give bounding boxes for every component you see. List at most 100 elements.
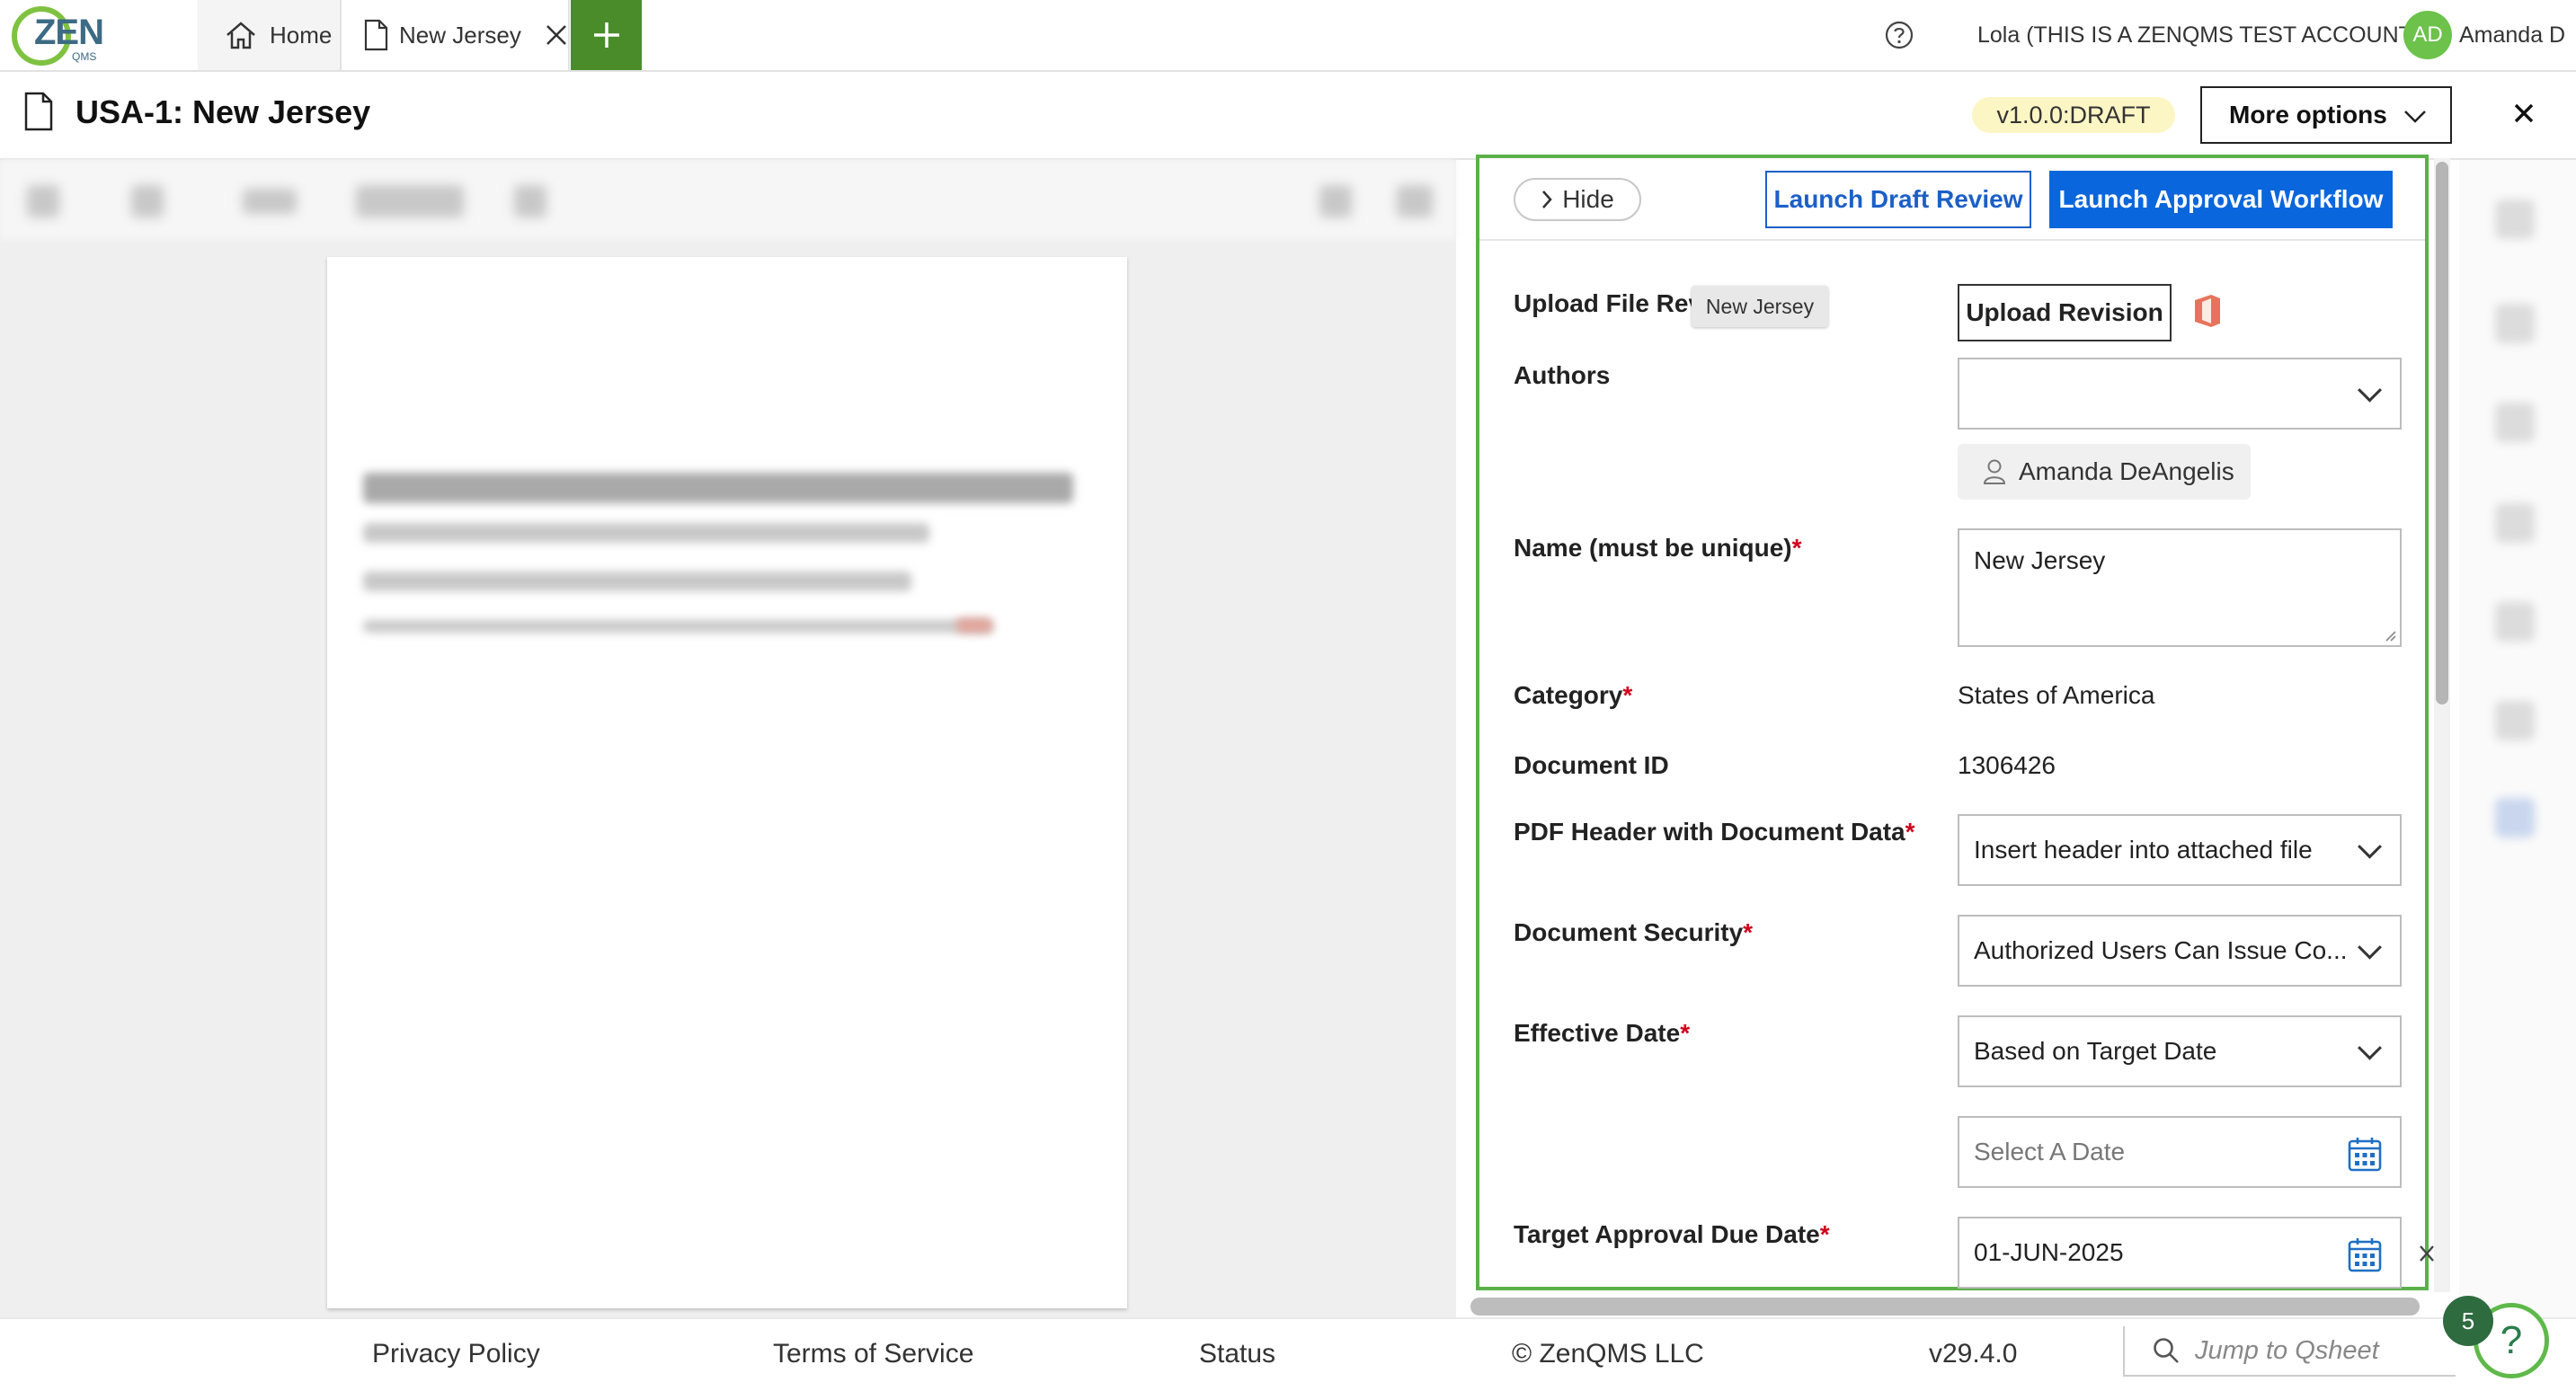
close-icon[interactable] — [2513, 102, 2535, 124]
add-tab-button[interactable] — [571, 0, 642, 70]
author-chip-label: Amanda DeAngelis — [2019, 457, 2234, 485]
document-id-label: Document ID — [1514, 751, 1669, 779]
rail-icon[interactable] — [2495, 602, 2535, 642]
date-placeholder: Select A Date — [1974, 1138, 2126, 1165]
upload-revision-button[interactable]: Upload Revision — [1958, 284, 2172, 341]
chevron-right-icon — [1542, 190, 1552, 208]
title-bar — [0, 72, 2576, 160]
page-title: USA-1: New Jersey — [76, 93, 371, 130]
help-button[interactable] — [1884, 0, 1914, 70]
tooltip: New Jersey — [1692, 286, 1828, 327]
home-icon — [227, 22, 255, 49]
clear-date-icon[interactable] — [2418, 1244, 2436, 1263]
target-approval-label: Target Approval Due Date* — [1514, 1220, 1830, 1249]
more-options-label: More options — [2229, 101, 2387, 128]
rail-icon[interactable] — [2495, 304, 2535, 343]
chevron-down-icon — [2358, 834, 2382, 859]
category-label-text: Category — [1514, 681, 1623, 709]
jump-to-qsheet-search[interactable]: Jump to Qsheet — [2123, 1326, 2456, 1377]
office-icon[interactable] — [2191, 293, 2224, 329]
account-name[interactable]: Lola (THIS IS A ZENQMS TEST ACCOUNT) — [1977, 0, 2420, 70]
chevron-down-icon — [2358, 1035, 2382, 1060]
document-page — [327, 257, 1127, 1308]
rail-icon[interactable] — [2495, 798, 2535, 837]
avatar[interactable]: AD — [2403, 11, 2452, 59]
terms-of-service-link[interactable]: Terms of Service — [773, 1339, 973, 1369]
required-mark: * — [1743, 918, 1754, 946]
category-value: States of America — [1958, 681, 2155, 709]
tab-new-jersey-label: New Jersey — [399, 21, 521, 49]
required-mark: * — [1622, 681, 1633, 709]
effective-date-label: Effective Date* — [1514, 1019, 1690, 1048]
copyright-text: © ZenQMS LLC — [1512, 1339, 1704, 1369]
effective-date-picker[interactable]: Select A Date — [1958, 1116, 2402, 1188]
required-mark: * — [1791, 534, 1802, 562]
close-tab-icon[interactable] — [545, 23, 568, 47]
name-label-text: Name (must be unique) — [1514, 534, 1792, 562]
zenqms-logo[interactable]: ZEN QMS — [9, 4, 117, 68]
pdf-header-label-text: PDF Header with Document Data — [1514, 818, 1905, 846]
avatar-initials: AD — [2412, 22, 2443, 47]
launch-draft-review-button[interactable]: Launch Draft Review — [1765, 171, 2031, 228]
panel-scrollbar-thumb[interactable] — [2436, 162, 2448, 704]
upload-file-label: Upload File Revi — [1514, 289, 1710, 317]
launch-approval-workflow-button[interactable]: Launch Approval Workflow — [2049, 171, 2393, 228]
status-link[interactable]: Status — [1199, 1339, 1275, 1369]
chevron-down-icon — [2404, 111, 2426, 123]
category-label: Category* — [1514, 681, 1632, 710]
pdf-header-select[interactable]: Insert header into attached file — [1958, 814, 2402, 886]
rail-icon[interactable] — [2495, 199, 2535, 239]
pdf-header-value: Insert header into attached file — [1974, 836, 2313, 864]
help-notification-badge: 5 — [2443, 1296, 2493, 1346]
document-security-value: Authorized Users Can Issue Co... — [1974, 936, 2348, 964]
rail-icon[interactable] — [2495, 403, 2535, 442]
app-version: v29.4.0 — [1929, 1339, 2018, 1369]
required-mark: * — [1680, 1019, 1691, 1047]
name-value: New Jersey — [1974, 546, 2106, 574]
tab-home[interactable]: Home — [198, 0, 342, 70]
document-icon — [24, 92, 53, 131]
document-security-select[interactable]: Authorized Users Can Issue Co... — [1958, 915, 2402, 987]
effective-date-select[interactable]: Based on Target Date — [1958, 1015, 2402, 1087]
rail-icon[interactable] — [2495, 503, 2535, 543]
version-badge: v1.0.0:DRAFT — [1972, 97, 2175, 133]
more-options-dropdown[interactable]: More options — [2200, 86, 2452, 144]
user-icon — [1983, 459, 2006, 484]
hide-panel-button[interactable]: Hide — [1514, 178, 1641, 221]
chevron-down-icon — [2358, 377, 2382, 403]
chevron-down-icon — [2358, 935, 2382, 960]
user-name[interactable]: Amanda D — [2459, 0, 2565, 70]
question-circle-icon — [1885, 21, 1914, 49]
resize-handle-icon[interactable] — [2384, 629, 2396, 642]
target-approval-date-picker[interactable]: 01-JUN-2025 — [1958, 1217, 2402, 1289]
authors-select[interactable] — [1958, 358, 2402, 430]
logo-text: ZEN — [34, 13, 104, 52]
calendar-icon[interactable] — [2348, 1236, 2382, 1272]
horizontal-scrollbar[interactable] — [1470, 1298, 2420, 1316]
pdf-header-label: PDF Header with Document Data* — [1514, 818, 1915, 846]
document-id-value: 1306426 — [1958, 751, 2056, 779]
effective-date-value: Based on Target Date — [1974, 1037, 2217, 1065]
name-textarea[interactable]: New Jersey — [1958, 528, 2402, 647]
tab-new-jersey[interactable]: New Jersey — [342, 0, 570, 70]
search-placeholder: Jump to Qsheet — [2195, 1335, 2379, 1365]
document-icon — [364, 19, 388, 51]
plus-icon — [593, 22, 619, 48]
author-chip[interactable]: Amanda DeAngelis — [1958, 444, 2251, 500]
viewer-toolbar — [0, 160, 1456, 239]
search-icon — [2154, 1338, 2179, 1363]
calendar-icon[interactable] — [2348, 1136, 2382, 1172]
document-security-label-text: Document Security — [1514, 918, 1744, 946]
rail-icon[interactable] — [2495, 701, 2535, 740]
document-security-label: Document Security* — [1514, 918, 1753, 947]
required-mark: * — [1819, 1220, 1830, 1248]
privacy-policy-link[interactable]: Privacy Policy — [372, 1339, 540, 1369]
help-glyph: ? — [2500, 1318, 2523, 1362]
panel-divider — [1479, 239, 2425, 241]
effective-date-label-text: Effective Date — [1514, 1019, 1681, 1047]
hide-label: Hide — [1562, 185, 1614, 213]
target-approval-value: 01-JUN-2025 — [1974, 1238, 2124, 1266]
target-approval-label-text: Target Approval Due Date — [1514, 1220, 1820, 1248]
logo-subtext: QMS — [72, 50, 97, 63]
tab-home-label: Home — [270, 21, 333, 49]
